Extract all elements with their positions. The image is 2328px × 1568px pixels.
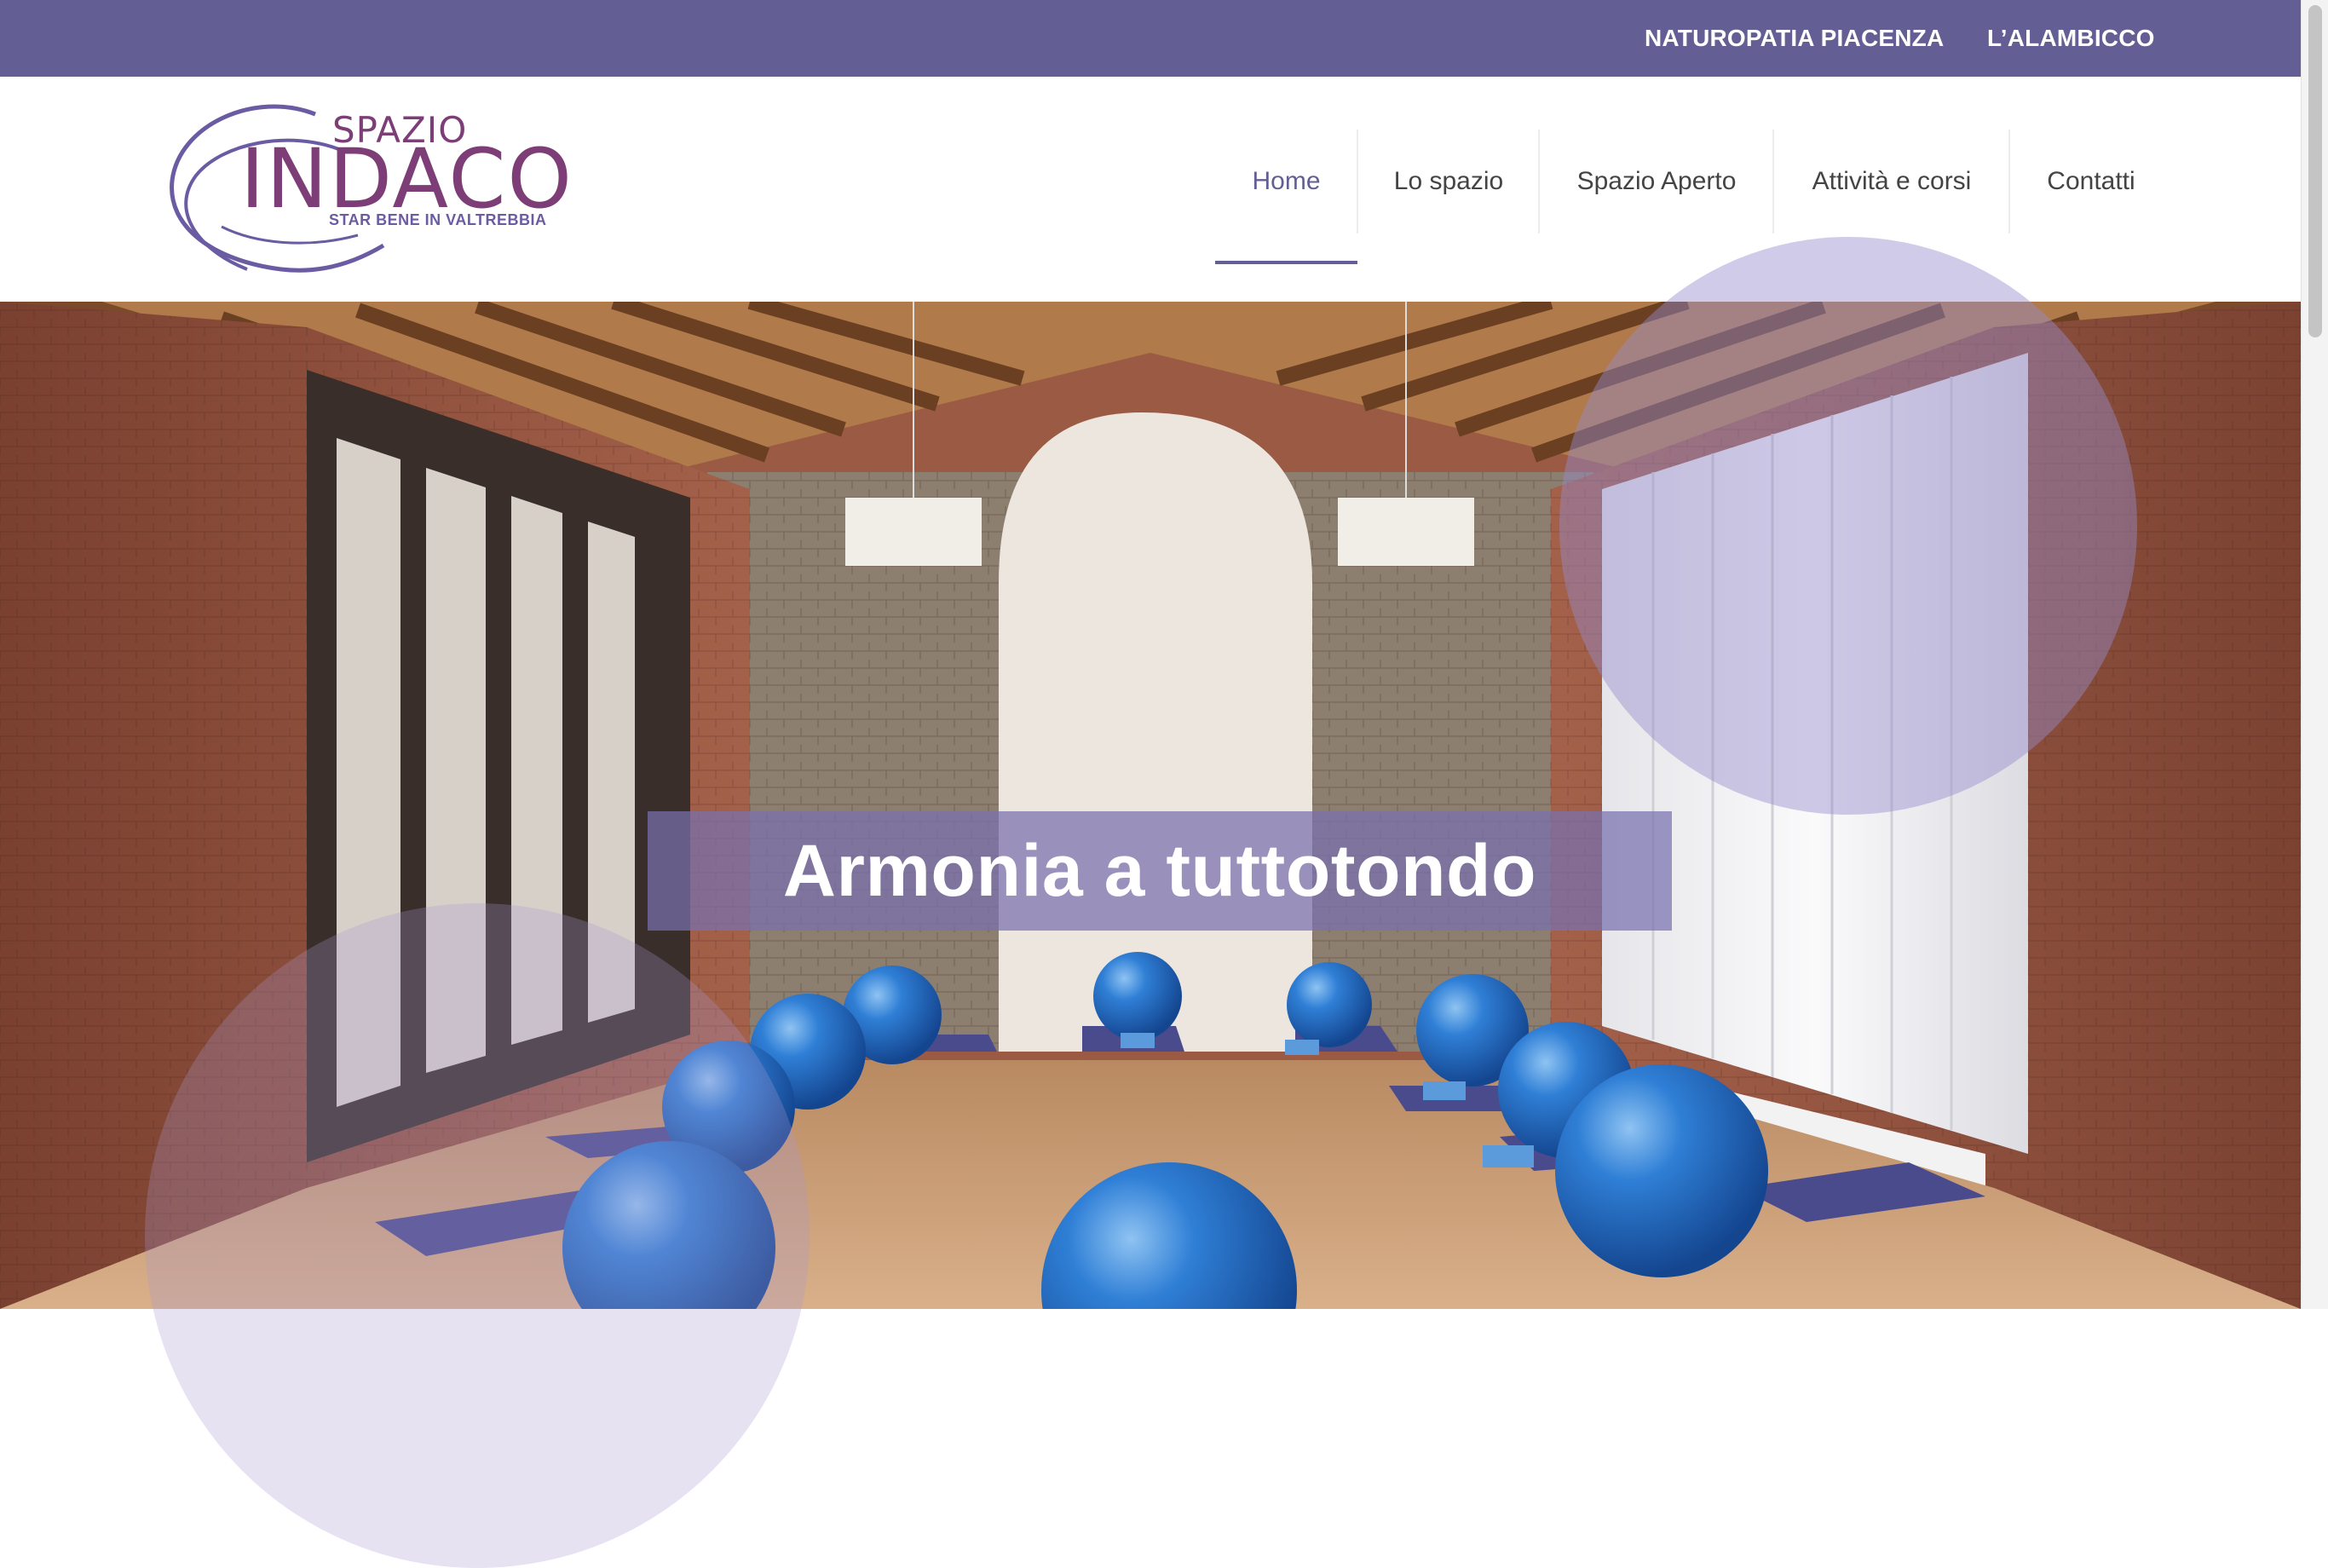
nav-item-contatti[interactable]: Contatti: [2010, 128, 2172, 264]
nav-item-lo-spazio[interactable]: Lo spazio: [1358, 128, 1539, 264]
top-bar: NATUROPATIA PIACENZA L’ALAMBICCO: [0, 0, 2301, 77]
nav-item-spazio-aperto[interactable]: Spazio Aperto: [1540, 128, 1773, 264]
decorative-circle: [145, 903, 810, 1568]
logo-tagline: STAR BENE IN VALTREBBIA: [329, 211, 547, 228]
hero-title: Armonia a tuttotondo: [782, 830, 1537, 912]
site-logo[interactable]: SPAZIO INDACO STAR BENE IN VALTREBBIA: [162, 99, 573, 283]
page-scrollbar[interactable]: [2301, 0, 2328, 1309]
nav-item-home[interactable]: Home: [1215, 128, 1357, 264]
scrollbar-thumb[interactable]: [2308, 5, 2322, 337]
logo-indaco-text: INDACO: [240, 131, 573, 227]
topbar-link-naturopatia[interactable]: NATUROPATIA PIACENZA: [1645, 0, 1944, 77]
hero-title-box: Armonia a tuttotondo: [648, 811, 1672, 931]
topbar-link-alambicco[interactable]: L’ALAMBICCO: [1987, 0, 2155, 77]
decorative-circle: [1559, 237, 2137, 815]
